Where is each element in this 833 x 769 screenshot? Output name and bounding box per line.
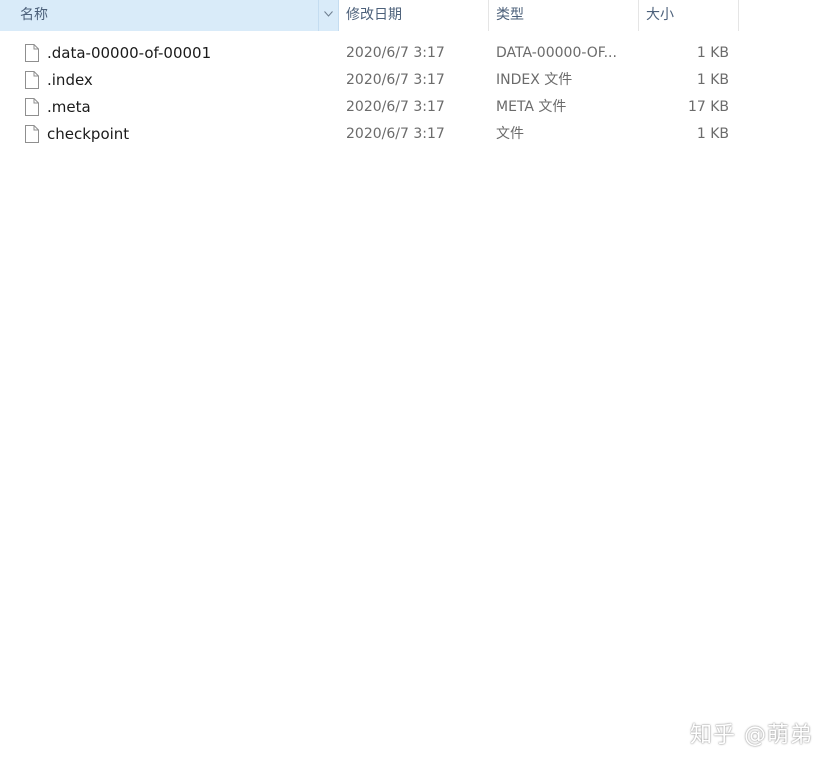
file-row[interactable]: .data-00000-of-00001 2020/6/7 3:17 DATA-…: [0, 40, 833, 67]
chevron-down-icon[interactable]: [318, 0, 338, 31]
column-header-type[interactable]: 类型: [489, 0, 639, 31]
file-icon: [25, 125, 39, 143]
watermark: 知乎 @萌弟: [690, 723, 813, 748]
file-size: 1 KB: [696, 126, 729, 142]
file-type: 文件: [496, 126, 524, 142]
column-header-name[interactable]: ^ 名称: [0, 0, 339, 31]
file-size: 17 KB: [687, 99, 729, 115]
file-type: INDEX 文件: [496, 72, 573, 88]
file-icon: [25, 44, 39, 62]
column-header-size-label: 大小: [646, 7, 674, 23]
column-header-date-label: 修改日期: [346, 7, 402, 23]
file-row[interactable]: .meta 2020/6/7 3:17 META 文件 17 KB: [0, 94, 833, 121]
file-modified: 2020/6/7 3:17: [346, 126, 445, 142]
file-name: .meta: [47, 98, 91, 116]
file-modified: 2020/6/7 3:17: [346, 99, 445, 115]
file-row[interactable]: .index 2020/6/7 3:17 INDEX 文件 1 KB: [0, 67, 833, 94]
file-type: META 文件: [496, 99, 567, 115]
file-name: .data-00000-of-00001: [47, 44, 212, 62]
file-icon: [25, 71, 39, 89]
column-header-size[interactable]: 大小: [639, 0, 739, 31]
file-list: .data-00000-of-00001 2020/6/7 3:17 DATA-…: [0, 40, 833, 148]
file-explorer-details-view: ^ 名称 修改日期 类型 大小 .data-000: [0, 0, 833, 769]
chevron-down-icon-glyph: [324, 11, 333, 17]
file-icon: [25, 98, 39, 116]
file-name: checkpoint: [47, 125, 130, 143]
column-header-date[interactable]: 修改日期: [339, 0, 489, 31]
column-header-type-label: 类型: [496, 7, 524, 23]
sort-up-icon: ^: [170, 0, 179, 5]
file-type: DATA-00000-OF...: [496, 45, 617, 61]
column-header-name-label: 名称: [20, 7, 48, 23]
file-size: 1 KB: [696, 45, 729, 61]
file-name: .index: [47, 71, 93, 89]
file-size: 1 KB: [696, 72, 729, 88]
file-modified: 2020/6/7 3:17: [346, 72, 445, 88]
column-header-row: ^ 名称 修改日期 类型 大小: [0, 0, 833, 31]
file-row[interactable]: checkpoint 2020/6/7 3:17 文件 1 KB: [0, 121, 833, 148]
file-modified: 2020/6/7 3:17: [346, 45, 445, 61]
